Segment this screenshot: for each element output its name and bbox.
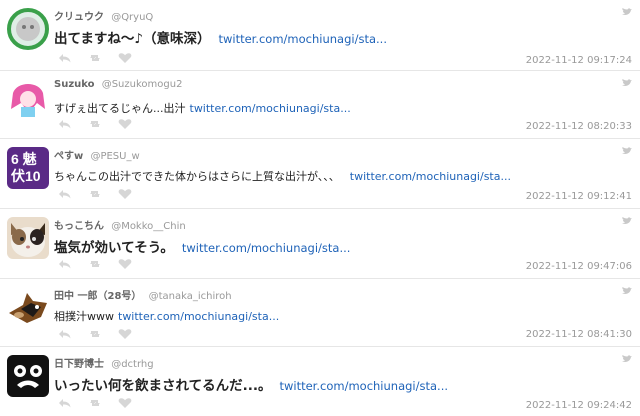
avatar-image [7, 217, 49, 259]
tweet-text: 相撲汁www twitter.com/mochiunagi/sta... [54, 308, 279, 324]
twitter-bird-icon [622, 79, 632, 86]
timestamp[interactable]: 2022-11-12 09:24:42 [526, 400, 632, 411]
heart-icon[interactable] [118, 53, 132, 63]
tweet-link[interactable]: twitter.com/mochiunagi/sta... [190, 102, 351, 115]
timestamp[interactable]: 2022-11-12 09:17:24 [526, 55, 632, 66]
reply-icon[interactable] [58, 119, 72, 129]
heart-icon[interactable] [118, 398, 132, 408]
tweet-item: 田中 一郎（28号） @tanaka_ichiroh 相撲汁www twitter… [0, 278, 640, 347]
tweet-actions [58, 398, 132, 408]
avatar[interactable]: 6 魅 伏10 [7, 147, 49, 189]
avatar[interactable] [7, 79, 49, 121]
retweet-icon[interactable] [88, 398, 102, 408]
tweet-text: ちゃんこの出汁でできた体からはさらに上質な出汁が、、、 twitter.com/m… [54, 168, 511, 184]
twitter-bird-icon [622, 287, 632, 294]
reply-icon[interactable] [58, 189, 72, 199]
author-name[interactable]: Suzuko [54, 79, 95, 90]
twitter-bird-icon [622, 217, 632, 224]
author-name[interactable]: 日下野博士 [54, 359, 104, 370]
avatar[interactable] [7, 8, 49, 50]
tweet-item: もっこちん @Mokko__Chin 塩気が効いてそう。 twitter.com/… [0, 208, 640, 279]
tweet-text: 塩気が効いてそう。 twitter.com/mochiunagi/sta... [54, 236, 350, 256]
reply-icon[interactable] [58, 53, 72, 63]
author-line: クリュウク @QryuQ [54, 8, 153, 23]
author-handle[interactable]: @dctrhg [111, 359, 153, 370]
reply-icon[interactable] [58, 329, 72, 339]
tweet-actions [58, 119, 132, 129]
tweet-link[interactable]: twitter.com/mochiunagi/sta... [182, 241, 351, 255]
tweet-actions [58, 53, 132, 63]
tweet-item: 6 魅 伏10 ぺすw @PESU_w ちゃんこの出汁でできた体からはさらに上質… [0, 138, 640, 209]
tweet-body: すげぇ出てるじゃん...出汁 [54, 102, 186, 115]
tweet-item: クリュウク @QryuQ 出てますね〜♪（意味深） twitter.com/moc… [0, 0, 640, 70]
heart-icon[interactable] [118, 119, 132, 129]
author-name[interactable]: クリュウク [54, 12, 104, 23]
avatar-image [7, 8, 49, 50]
author-handle[interactable]: @Suzukomogu2 [102, 79, 183, 90]
avatar-image [7, 355, 49, 397]
author-line: もっこちん @Mokko__Chin [54, 217, 186, 232]
author-line: 日下野博士 @dctrhg [54, 355, 154, 370]
tweet-text: すげぇ出てるじゃん...出汁 twitter.com/mochiunagi/sta… [54, 100, 351, 116]
retweet-icon[interactable] [88, 329, 102, 339]
reply-icon[interactable] [58, 259, 72, 269]
avatar-text: 6 魅 伏10 [11, 151, 41, 184]
heart-icon[interactable] [118, 189, 132, 199]
tweet-link[interactable]: twitter.com/mochiunagi/sta... [279, 379, 448, 393]
author-handle[interactable]: @Mokko__Chin [111, 221, 186, 232]
timestamp[interactable]: 2022-11-12 09:47:06 [526, 261, 632, 272]
author-line: ぺすw @PESU_w [54, 147, 140, 162]
heart-icon[interactable] [118, 259, 132, 269]
avatar[interactable] [7, 355, 49, 397]
tweet-link[interactable]: twitter.com/mochiunagi/sta... [350, 170, 511, 183]
tweet-actions [58, 189, 132, 199]
avatar-image [7, 287, 49, 329]
tweet-actions [58, 329, 132, 339]
retweet-icon[interactable] [88, 189, 102, 199]
retweet-icon[interactable] [88, 119, 102, 129]
author-line: Suzuko @Suzukomogu2 [54, 79, 182, 90]
author-handle[interactable]: @PESU_w [90, 151, 139, 162]
author-name[interactable]: 田中 一郎（28号） [54, 291, 141, 302]
timestamp[interactable]: 2022-11-12 08:20:33 [526, 121, 632, 132]
author-handle[interactable]: @tanaka_ichiroh [149, 291, 232, 302]
twitter-bird-icon [622, 355, 632, 362]
tweet-feed: クリュウク @QryuQ 出てますね〜♪（意味深） twitter.com/moc… [0, 0, 640, 415]
author-line: 田中 一郎（28号） @tanaka_ichiroh [54, 287, 232, 302]
timestamp[interactable]: 2022-11-12 08:41:30 [526, 329, 632, 340]
heart-icon[interactable] [118, 329, 132, 339]
avatar-image [7, 79, 49, 121]
retweet-icon[interactable] [88, 259, 102, 269]
tweet-body: 出てますね〜♪（意味深） [54, 31, 211, 47]
tweet-body: いったい何を飲まされてるんだ...。 [54, 378, 272, 394]
tweet-body: 塩気が効いてそう。 [54, 240, 174, 256]
tweet-link[interactable]: twitter.com/mochiunagi/sta... [218, 32, 387, 46]
twitter-bird-icon [622, 8, 632, 15]
avatar[interactable] [7, 287, 49, 329]
tweet-text: いったい何を飲まされてるんだ...。 twitter.com/mochiunagi… [54, 374, 448, 394]
timestamp[interactable]: 2022-11-12 09:12:41 [526, 191, 632, 202]
tweet-text: 出てますね〜♪（意味深） twitter.com/mochiunagi/sta..… [54, 27, 387, 47]
tweet-item: 日下野博士 @dctrhg いったい何を飲まされてるんだ...。 twitter.… [0, 346, 640, 416]
tweet-body: 相撲汁www [54, 310, 114, 323]
tweet-actions [58, 259, 132, 269]
twitter-bird-icon [622, 147, 632, 154]
retweet-icon[interactable] [88, 53, 102, 63]
tweet-item: Suzuko @Suzukomogu2 すげぇ出てるじゃん...出汁 twitte… [0, 70, 640, 139]
author-handle[interactable]: @QryuQ [111, 12, 153, 23]
author-name[interactable]: もっこちん [54, 221, 104, 232]
avatar[interactable] [7, 217, 49, 259]
tweet-body: ちゃんこの出汁でできた体からはさらに上質な出汁が、、、 [54, 170, 340, 183]
reply-icon[interactable] [58, 398, 72, 408]
tweet-link[interactable]: twitter.com/mochiunagi/sta... [118, 310, 279, 323]
author-name[interactable]: ぺすw [54, 151, 83, 162]
